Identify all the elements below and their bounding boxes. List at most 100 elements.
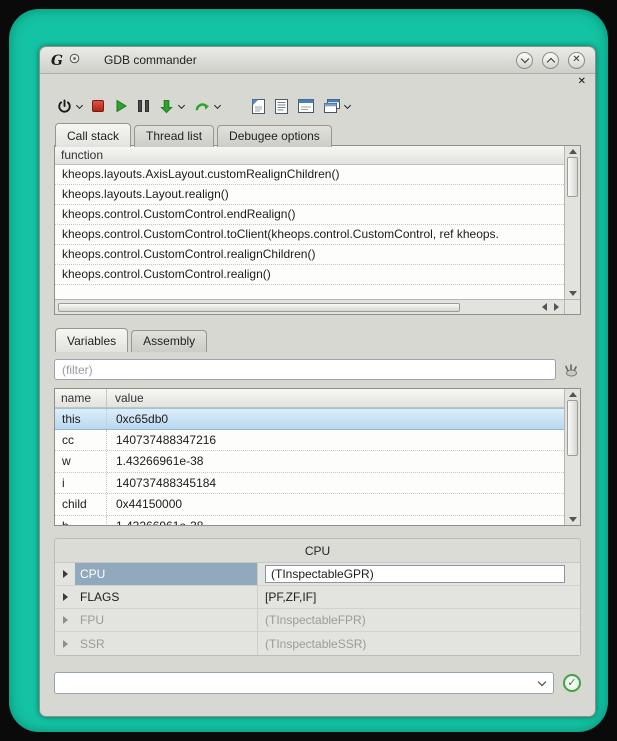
debug-windows-icon — [324, 99, 340, 113]
value-column-header[interactable]: value — [107, 389, 564, 407]
callstack-row[interactable]: kheops.control.CustomControl.endRealign(… — [55, 205, 564, 225]
titlebar-buttons: ✕ — [516, 52, 585, 69]
callstack-horizontal-scrollbar[interactable] — [55, 299, 564, 314]
register-group-value: [PF,ZF,IF] — [257, 586, 580, 608]
chevron-right-icon — [63, 640, 68, 648]
variable-name: b — [55, 516, 107, 526]
cpu-row[interactable]: FLAGS [PF,ZF,IF] — [55, 586, 580, 609]
pause-button[interactable] — [137, 99, 150, 113]
callstack-row[interactable]: kheops.layouts.Layout.realign() — [55, 185, 564, 205]
cpu-register-list: CPU (TInspectableGPR) FLAGS [PF,ZF,IF] F… — [55, 562, 580, 655]
run-button[interactable] — [113, 98, 129, 114]
dropdown-chevron-icon — [178, 101, 185, 108]
stop-button[interactable] — [91, 99, 105, 113]
command-combobox[interactable] — [54, 672, 554, 694]
expander[interactable] — [55, 616, 75, 624]
expander[interactable] — [55, 593, 75, 601]
tab-call-stack[interactable]: Call stack — [55, 123, 131, 147]
register-group-name: FPU — [75, 609, 257, 631]
run-icon — [114, 99, 128, 113]
scroll-right-icon[interactable] — [554, 303, 559, 311]
call-list-button[interactable] — [274, 98, 289, 115]
tab-thread-list[interactable]: Thread list — [134, 125, 214, 147]
close-button[interactable]: ✕ — [568, 52, 585, 69]
source-file-icon — [252, 99, 265, 114]
app-badge-icon — [69, 53, 80, 64]
watch-window-button[interactable] — [297, 98, 315, 114]
variable-name: w — [55, 451, 107, 472]
pause-icon — [138, 100, 149, 112]
register-value-editor[interactable]: (TInspectableGPR) — [265, 565, 565, 583]
expander[interactable] — [55, 570, 75, 578]
scroll-left-icon[interactable] — [542, 303, 547, 311]
expander[interactable] — [55, 640, 75, 648]
titlebar[interactable]: G GDB commander ✕ — [40, 47, 595, 74]
scrollbar-thumb[interactable] — [567, 400, 578, 456]
tab-debugee-options[interactable]: Debugee options — [217, 125, 332, 147]
cpu-group: CPU CPU (TInspectableGPR) FLAGS [PF,ZF,I… — [54, 538, 581, 656]
register-group-name: CPU — [75, 563, 257, 585]
callstack-row[interactable]: kheops.control.CustomControl.realign() — [55, 265, 564, 285]
minimize-button[interactable] — [516, 52, 533, 69]
apply-button[interactable]: ✓ — [563, 674, 581, 692]
command-row: ✓ — [54, 672, 581, 694]
variable-value: 0x44150000 — [107, 494, 191, 515]
call-stack-panel: function kheops.layouts.AxisLayout.custo… — [54, 145, 581, 315]
combo-dropdown-icon[interactable] — [538, 677, 546, 685]
power-icon — [57, 99, 72, 114]
pick-variable-icon[interactable] — [563, 362, 581, 377]
register-group-name: SSR — [75, 632, 257, 655]
callstack-row[interactable]: kheops.control.CustomControl.toClient(kh… — [55, 225, 564, 245]
source-file-button[interactable] — [251, 98, 266, 115]
variable-value: 1.43266961e-38 — [107, 451, 212, 472]
callstack-row[interactable]: kheops.layouts.AxisLayout.customRealignC… — [55, 165, 564, 185]
cpu-row[interactable]: FPU (TInspectableFPR) — [55, 609, 580, 632]
tab-variables[interactable]: Variables — [55, 328, 128, 352]
variables-panel: name value this 0xc65db0 cc 140737488347… — [54, 388, 581, 526]
filter-input[interactable] — [54, 359, 556, 380]
variable-row[interactable]: child 0x44150000 — [55, 494, 564, 516]
cpu-row[interactable]: SSR (TInspectableSSR) — [55, 632, 580, 655]
variables-vertical-scrollbar[interactable] — [564, 389, 580, 525]
scroll-down-icon[interactable] — [569, 517, 577, 522]
gdb-commander-window: G GDB commander ✕ ✕ — [39, 46, 596, 717]
register-group-name: FLAGS — [75, 586, 257, 608]
scroll-up-icon[interactable] — [569, 392, 577, 397]
scroll-up-icon[interactable] — [569, 149, 577, 154]
variables-rows: this 0xc65db0 cc 140737488347216 w 1.432… — [55, 408, 564, 525]
scroll-down-icon[interactable] — [569, 291, 577, 296]
variable-row[interactable]: b 1.43266961e-38 — [55, 516, 564, 526]
dropdown-chevron-icon — [344, 101, 351, 108]
callstack-column-header[interactable]: function — [55, 146, 564, 165]
variable-row[interactable]: cc 140737488347216 — [55, 430, 564, 452]
callstack-rows: kheops.layouts.AxisLayout.customRealignC… — [55, 165, 564, 299]
dock-close-button[interactable]: ✕ — [578, 77, 586, 90]
variable-row[interactable]: this 0xc65db0 — [55, 408, 564, 430]
scrollbar-thumb[interactable] — [567, 157, 578, 197]
callstack-vertical-scrollbar[interactable] — [564, 146, 580, 299]
dropdown-chevron-icon — [76, 101, 83, 108]
chevron-down-icon — [520, 54, 528, 62]
name-column-header[interactable]: name — [55, 389, 107, 407]
chevron-up-icon — [546, 57, 554, 65]
scrollbar-thumb[interactable] — [58, 303, 460, 312]
command-input[interactable] — [63, 676, 539, 690]
variable-name: child — [55, 494, 107, 515]
variables-tabbar: Variables Assembly — [40, 327, 595, 351]
chevron-right-icon — [63, 570, 68, 578]
variable-name: cc — [55, 430, 107, 451]
cpu-row[interactable]: CPU (TInspectableGPR) — [55, 563, 580, 586]
callstack-row[interactable]: kheops.control.CustomControl.realignChil… — [55, 245, 564, 265]
watch-window-icon — [298, 99, 314, 113]
variable-value: 140737488347216 — [107, 430, 225, 451]
power-button[interactable] — [56, 98, 83, 115]
step-into-button[interactable] — [158, 98, 185, 115]
close-icon: ✕ — [572, 55, 580, 65]
maximize-button[interactable] — [542, 52, 559, 69]
tab-assembly[interactable]: Assembly — [131, 330, 207, 352]
variable-row[interactable]: i 140737488345184 — [55, 473, 564, 495]
step-over-button[interactable] — [193, 98, 221, 115]
dock-header: ✕ — [40, 74, 595, 90]
debug-windows-button[interactable] — [323, 98, 351, 114]
variable-row[interactable]: w 1.43266961e-38 — [55, 451, 564, 473]
